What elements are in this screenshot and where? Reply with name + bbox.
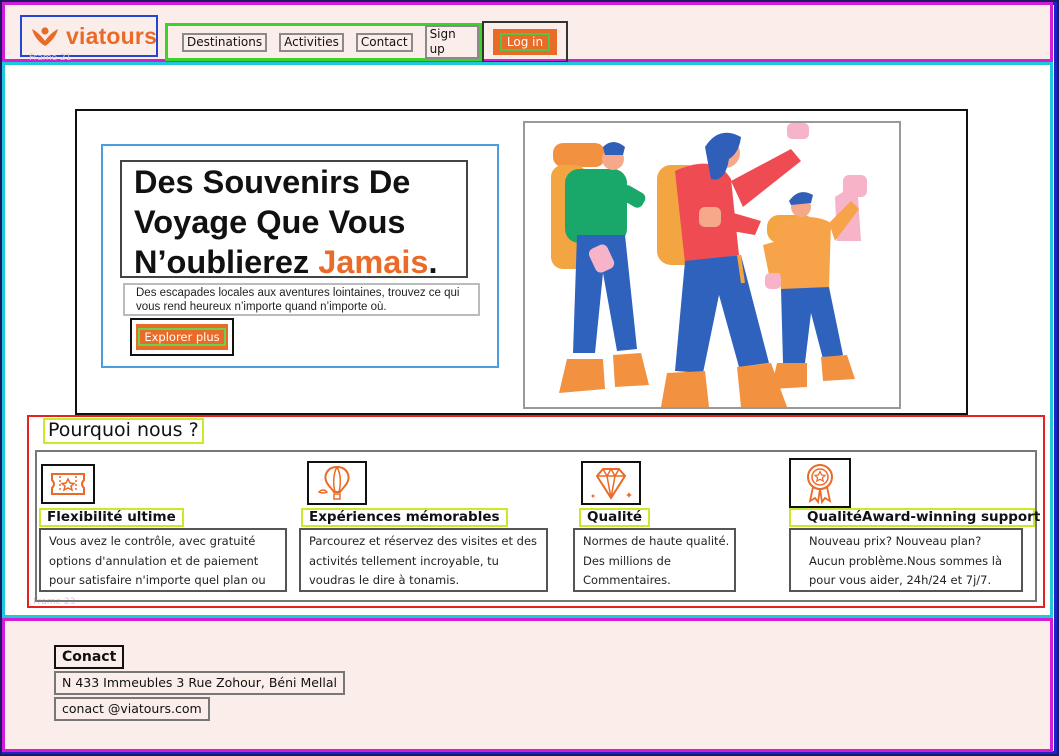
feature-card-title: Flexibilité ultime bbox=[39, 508, 184, 527]
award-medal-icon bbox=[789, 458, 851, 508]
hero-title-line-3: N’oublierez Jamais. bbox=[134, 242, 466, 282]
hero-section: Des Souvenirs De Voyage Que Vous N’oubli… bbox=[75, 109, 968, 415]
explore-button[interactable]: Explorer plus bbox=[136, 324, 228, 350]
contact-email[interactable]: conact @viatours.com bbox=[54, 697, 210, 721]
hero-title-line-1: Des Souvenirs De bbox=[134, 164, 411, 200]
site-header: viatours Frame 21 Destinations Activitie… bbox=[2, 2, 1053, 63]
main-content: Des Souvenirs De Voyage Que Vous N’oubli… bbox=[2, 62, 1053, 618]
feature-card-title: QualitéAward-winning support bbox=[789, 508, 1040, 527]
hero-title-line-2: Voyage Que Vous bbox=[134, 204, 406, 240]
heart-person-icon bbox=[30, 25, 60, 47]
feature-card-title: Qualité bbox=[579, 508, 651, 527]
diamond-icon bbox=[581, 461, 641, 505]
contact-address: N 433 Immeubles 3 Rue Zohour, Béni Mella… bbox=[54, 671, 346, 695]
hikers-illustration bbox=[523, 121, 901, 409]
nav-destinations[interactable]: Destinations bbox=[182, 32, 268, 52]
feature-card: Expériences mémorables Parcourez et rése… bbox=[299, 452, 577, 600]
feature-card: QualitéAward-winning support Nouveau pri… bbox=[789, 452, 1040, 600]
main-nav: Destinations Activities Contact Sign up bbox=[165, 23, 482, 61]
logo-text: viatours bbox=[66, 22, 158, 49]
feature-card-body: Vous avez le contrôle, avec gratuité opt… bbox=[39, 528, 287, 592]
feature-card-body: Normes de haute qualité. Des millions de… bbox=[573, 528, 736, 592]
login-wrapper: Log in bbox=[482, 21, 568, 63]
feature-card-body: Nouveau prix? Nouveau plan? Aucun problè… bbox=[789, 528, 1023, 592]
feature-card: Qualité Normes de haute qualité. Des mil… bbox=[573, 452, 803, 600]
why-us-title: Pourquoi nous ? bbox=[43, 418, 204, 444]
nav-sign-up[interactable]: Sign up bbox=[424, 25, 479, 59]
explore-label: Explorer plus bbox=[138, 328, 226, 346]
hero-title: Des Souvenirs De Voyage Que Vous N’oubli… bbox=[120, 160, 468, 280]
why-us-section: Pourquoi nous ? Frame 23 Flexibilité ult… bbox=[27, 415, 1045, 608]
login-label: Log in bbox=[499, 33, 551, 51]
nav-activities[interactable]: Activities bbox=[279, 32, 344, 52]
login-button[interactable]: Log in bbox=[493, 29, 557, 55]
feature-card-title: Expériences mémorables bbox=[301, 508, 508, 527]
hero-title-accent: Jamais bbox=[318, 244, 429, 280]
ticket-icon bbox=[41, 464, 95, 504]
feature-card: Flexibilité ultime Vous avez le contrôle… bbox=[37, 452, 307, 600]
feature-cards: Flexibilité ultime Vous avez le contrôle… bbox=[35, 450, 1040, 602]
hero-title-line-3-text: N’oublierez bbox=[134, 244, 319, 280]
hero-subtitle: Des escapades locales aux aventures loin… bbox=[123, 283, 480, 316]
feature-card-body: Parcourez et réservez des visites et des… bbox=[299, 528, 548, 592]
site-footer: Conact N 433 Immeubles 3 Rue Zohour, Bén… bbox=[2, 618, 1053, 752]
hero-title-end: . bbox=[428, 244, 438, 280]
contact-title: Conact bbox=[54, 645, 125, 669]
hero-text-block: Des Souvenirs De Voyage Que Vous N’oubli… bbox=[101, 144, 499, 368]
hot-air-balloon-icon bbox=[307, 461, 367, 505]
logo[interactable]: viatours bbox=[20, 15, 158, 57]
explore-wrapper: Explorer plus bbox=[130, 318, 234, 356]
nav-contact[interactable]: Contact bbox=[355, 32, 413, 52]
